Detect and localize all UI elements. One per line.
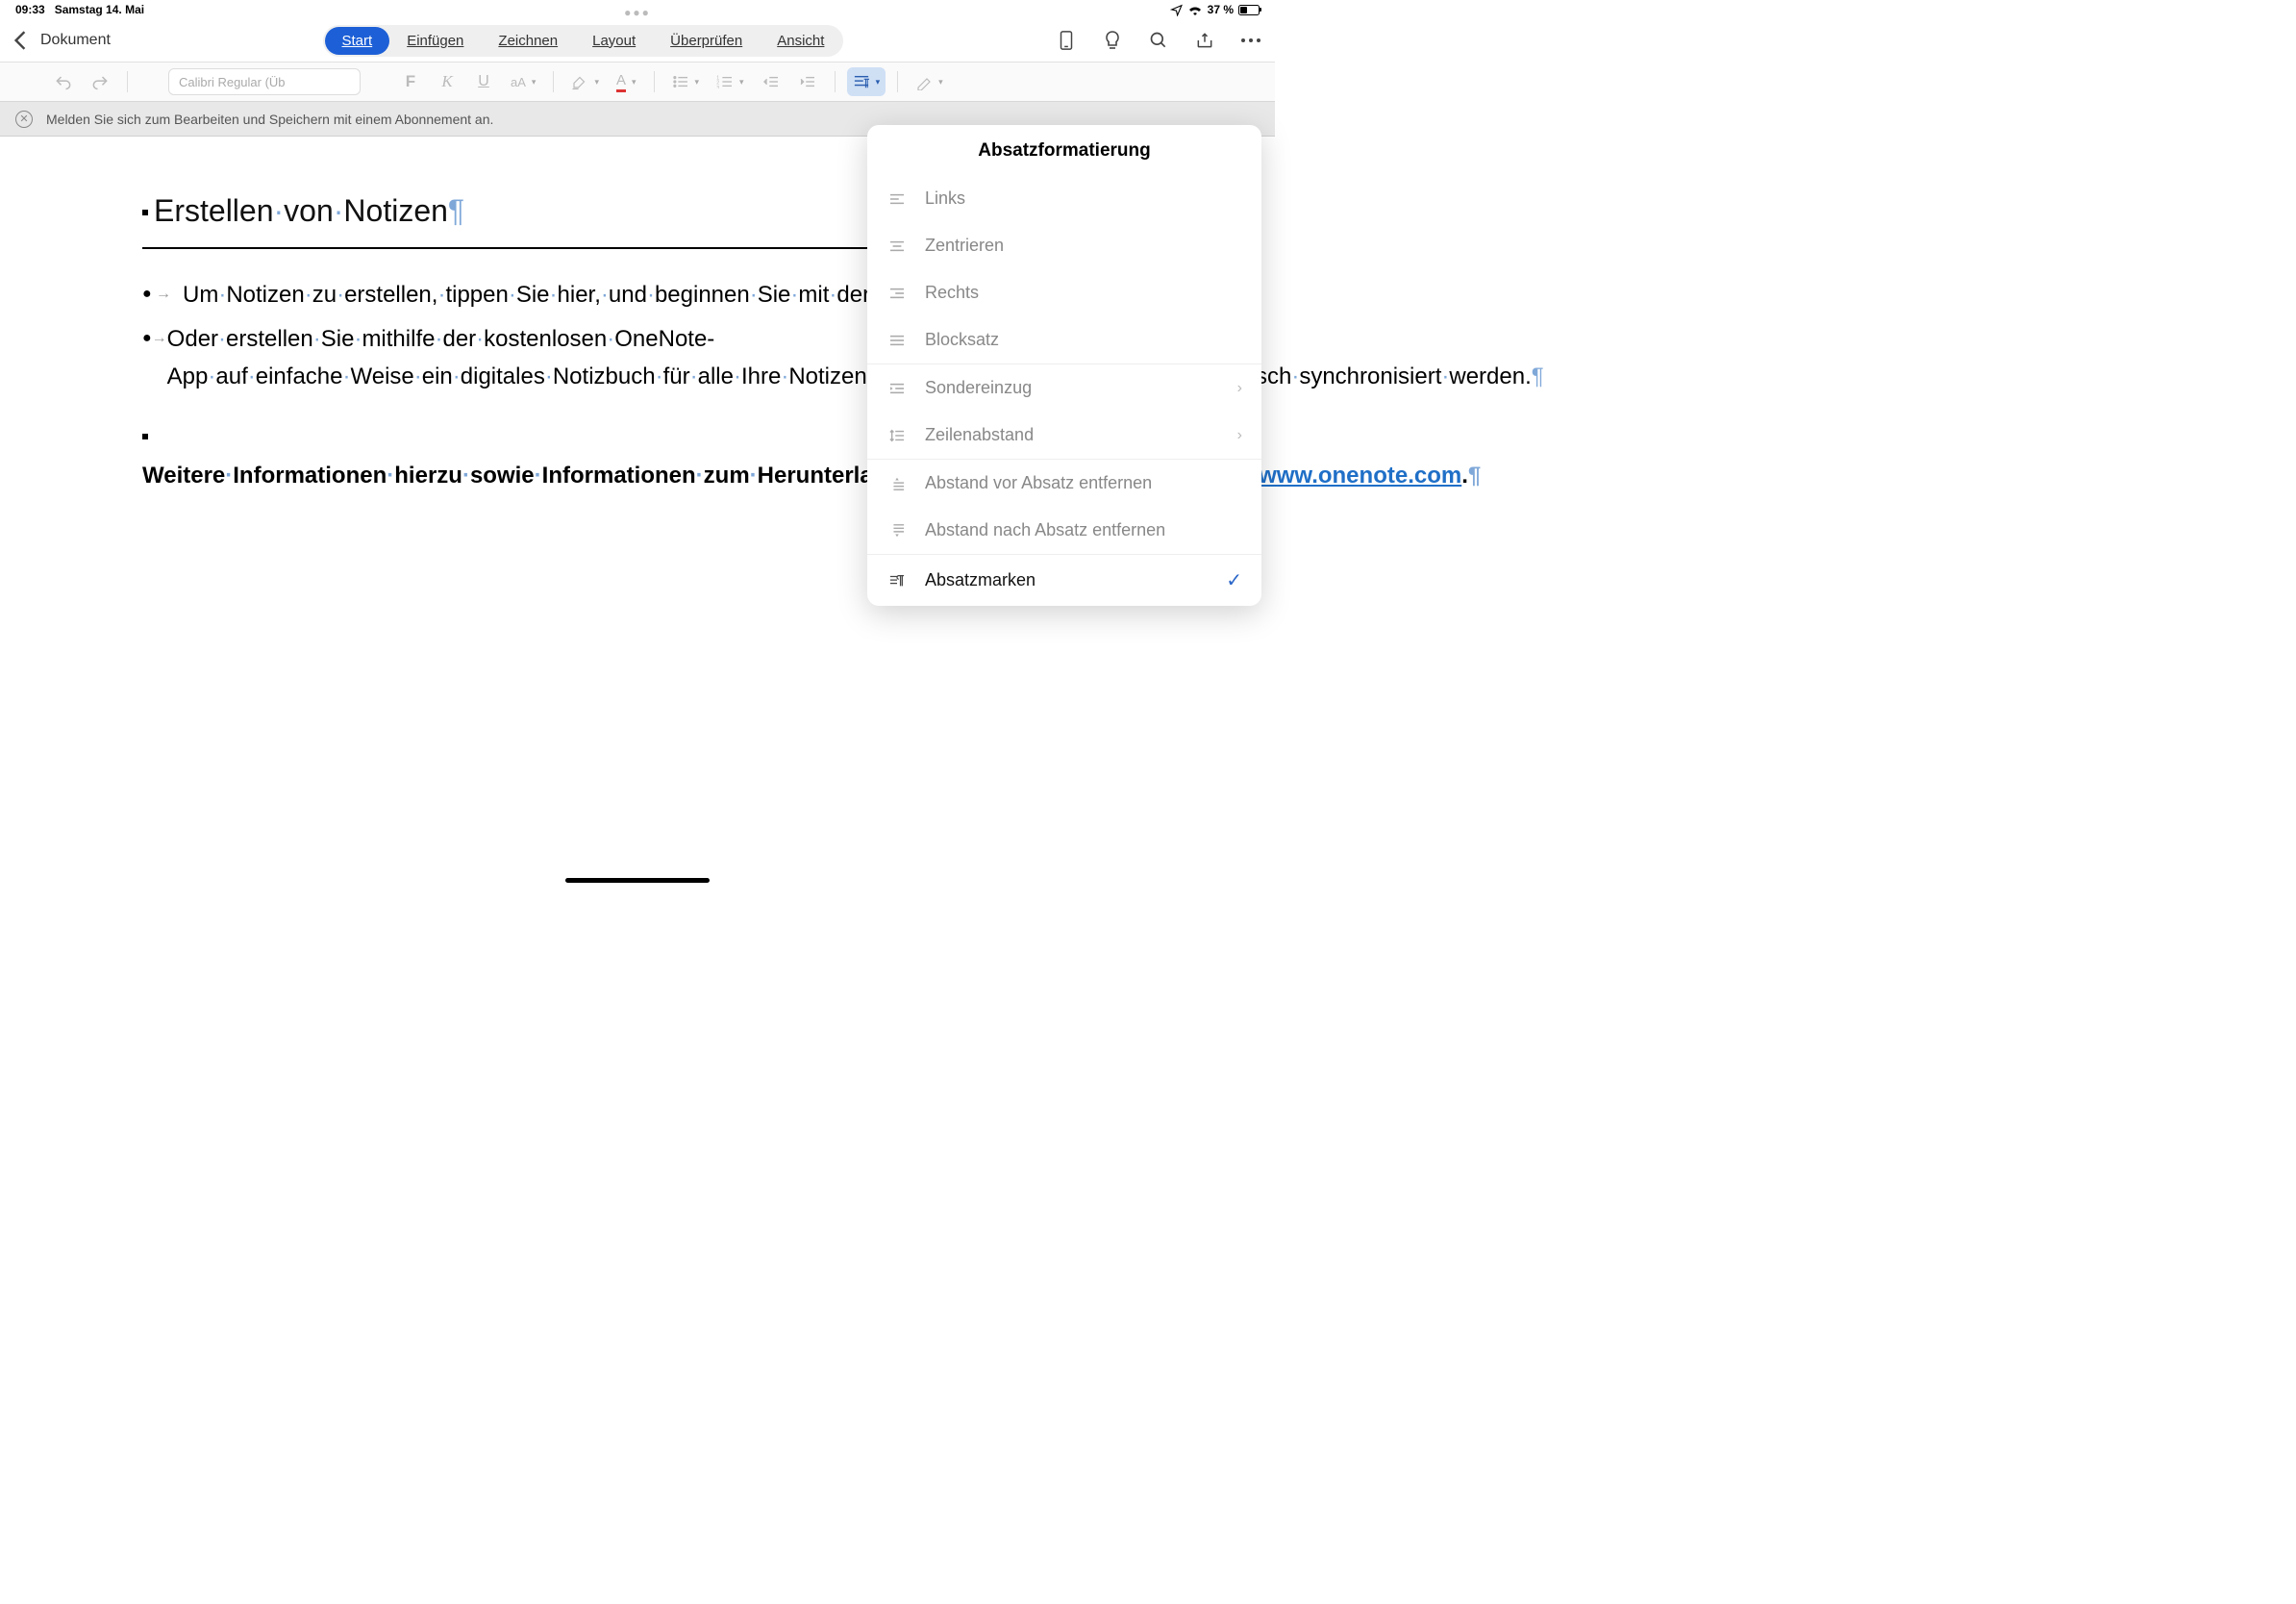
underline-button[interactable]: U bbox=[468, 67, 499, 96]
font-selector[interactable]: Calibri Regular (Üb bbox=[168, 68, 361, 95]
indent-special-icon bbox=[886, 382, 908, 395]
decrease-indent-button[interactable] bbox=[756, 67, 786, 96]
tab-review[interactable]: Überprüfen bbox=[653, 27, 760, 55]
checkmark-icon: ✓ bbox=[1226, 568, 1242, 592]
popover-item-label: Rechts bbox=[925, 283, 1242, 303]
paragraph-formatting-popover: Absatzformatierung Links Zentrieren Rechts… bbox=[867, 125, 1261, 606]
popover-item-space-after[interactable]: Abstand nach Absatz entfernen bbox=[867, 507, 1261, 554]
line-spacing-icon bbox=[886, 428, 908, 443]
home-indicator[interactable] bbox=[565, 878, 710, 883]
popover-item-align-right[interactable]: Rechts bbox=[867, 269, 1261, 316]
popover-item-label: Abstand nach Absatz entfernen bbox=[925, 520, 1242, 540]
numbering-button[interactable]: 123▾ bbox=[711, 67, 750, 96]
tab-start[interactable]: Start bbox=[325, 27, 390, 55]
font-color-button[interactable]: A▾ bbox=[611, 67, 642, 96]
svg-text:3: 3 bbox=[716, 86, 719, 88]
popover-item-align-center[interactable]: Zentrieren bbox=[867, 222, 1261, 269]
chevron-right-icon: › bbox=[1237, 427, 1242, 444]
popover-item-label: Sondereinzug bbox=[925, 378, 1220, 398]
share-icon[interactable] bbox=[1194, 30, 1215, 51]
bullets-button[interactable]: ▾ bbox=[666, 67, 706, 96]
app-header: Dokument Start Einfügen Zeichnen Layout … bbox=[0, 19, 1275, 62]
tab-view[interactable]: Ansicht bbox=[760, 27, 841, 55]
paragraph-formatting-button[interactable]: ▾ bbox=[847, 67, 886, 96]
tab-layout[interactable]: Layout bbox=[575, 27, 653, 55]
status-date: Samstag 14. Mai bbox=[55, 3, 144, 16]
font-size-button[interactable]: aA▾ bbox=[505, 67, 541, 96]
italic-button[interactable]: K bbox=[432, 67, 462, 96]
popover-item-pilcrow[interactable]: Absatzmarken ✓ bbox=[867, 554, 1261, 606]
bold-button[interactable]: F bbox=[395, 67, 426, 96]
increase-indent-button[interactable] bbox=[792, 67, 823, 96]
redo-button[interactable] bbox=[85, 67, 115, 96]
document-title[interactable]: Dokument bbox=[40, 32, 111, 49]
align-center-icon bbox=[886, 239, 908, 253]
popover-item-label: Absatzmarken bbox=[925, 570, 1209, 590]
popover-item-space-before[interactable]: Abstand vor Absatz entfernen bbox=[867, 459, 1261, 507]
align-justify-icon bbox=[886, 334, 908, 347]
window-drag-handle[interactable]: ●●● bbox=[624, 6, 651, 19]
popover-item-label: Links bbox=[925, 188, 1242, 209]
formatting-toolbar: Calibri Regular (Üb F K U aA▾ ▾ A▾ ▾ 123… bbox=[0, 62, 1275, 102]
highlight-button[interactable]: ▾ bbox=[565, 67, 605, 96]
popover-title: Absatzformatierung bbox=[867, 125, 1261, 175]
popover-item-line-spacing[interactable]: Zeilenabstand › bbox=[867, 412, 1261, 459]
infobar-message: Melden Sie sich zum Bearbeiten und Speic… bbox=[46, 112, 493, 127]
tab-draw[interactable]: Zeichnen bbox=[481, 27, 575, 55]
space-before-icon bbox=[886, 476, 908, 491]
undo-button[interactable] bbox=[48, 67, 79, 96]
mobile-view-icon[interactable] bbox=[1056, 30, 1077, 51]
chevron-right-icon: › bbox=[1237, 380, 1242, 397]
popover-item-label: Zentrieren bbox=[925, 236, 1242, 256]
close-infobar-button[interactable]: ✕ bbox=[15, 111, 33, 128]
lightbulb-icon[interactable] bbox=[1102, 30, 1123, 51]
styles-button[interactable]: ▾ bbox=[910, 67, 949, 96]
space-after-icon bbox=[886, 523, 908, 539]
align-right-icon bbox=[886, 287, 908, 300]
more-icon[interactable] bbox=[1240, 30, 1261, 51]
popover-item-align-justify[interactable]: Blocksatz bbox=[867, 316, 1261, 363]
ribbon-tabs: Start Einfügen Zeichnen Layout Überprüfe… bbox=[323, 25, 844, 57]
popover-item-label: Zeilenabstand bbox=[925, 425, 1220, 445]
status-time: 09:33 bbox=[15, 3, 45, 16]
popover-item-label: Abstand vor Absatz entfernen bbox=[925, 473, 1242, 493]
wifi-icon bbox=[1187, 4, 1203, 15]
back-button[interactable] bbox=[13, 30, 27, 51]
tab-insert[interactable]: Einfügen bbox=[389, 27, 481, 55]
battery-icon bbox=[1238, 5, 1260, 15]
popover-item-label: Blocksatz bbox=[925, 330, 1242, 350]
search-icon[interactable] bbox=[1148, 30, 1169, 51]
location-icon bbox=[1170, 4, 1183, 16]
align-left-icon bbox=[886, 192, 908, 206]
popover-item-align-left[interactable]: Links bbox=[867, 175, 1261, 222]
onenote-link[interactable]: www.onenote.com bbox=[1259, 463, 1461, 489]
battery-percent: 37 % bbox=[1208, 3, 1234, 16]
popover-item-indent-special[interactable]: Sondereinzug › bbox=[867, 363, 1261, 412]
pilcrow-icon bbox=[886, 573, 908, 589]
